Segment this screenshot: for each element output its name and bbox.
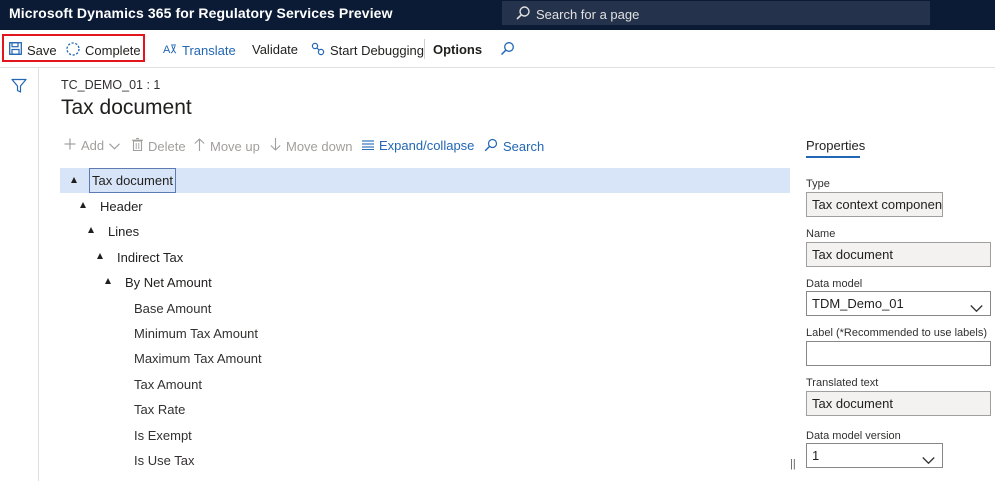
move-down-label: Move down [286, 138, 353, 154]
translate-button[interactable]: A Translate [163, 42, 236, 59]
tree-node-label: Tax document [89, 168, 176, 193]
move-up-button[interactable]: Move up [194, 138, 260, 154]
tree-node-label: Is Exempt [134, 428, 192, 443]
complete-label: Complete [85, 43, 141, 58]
tree-node-tax-document[interactable]: Tax document [60, 168, 790, 193]
tree-node-label: Minimum Tax Amount [134, 326, 259, 341]
expand-arrow-icon[interactable] [71, 177, 77, 183]
options-tab[interactable]: Options [433, 42, 482, 57]
tree-node-tax-rate[interactable]: Tax Rate [60, 396, 790, 421]
tree-node-indirect-tax[interactable]: Indirect Tax [60, 244, 790, 269]
tree-node-header[interactable]: Header [60, 193, 790, 218]
debug-icon [311, 42, 325, 59]
delete-button[interactable]: Delete [132, 138, 186, 154]
chevron-down-icon [922, 449, 935, 467]
tree-node-label: Header [100, 199, 143, 214]
tree-node-is-exempt[interactable]: Is Exempt [60, 422, 790, 447]
name-field[interactable]: Tax document [806, 242, 991, 267]
search-icon [515, 5, 531, 24]
save-button[interactable]: Save [9, 42, 57, 58]
tree-node-label: Indirect Tax [117, 250, 184, 265]
left-rail [0, 68, 39, 481]
delete-label: Delete [148, 138, 186, 154]
expand-arrow-icon[interactable] [88, 227, 94, 233]
tree-node-label: Maximum Tax Amount [134, 351, 262, 366]
start-debugging-button[interactable]: Start Debugging [311, 42, 424, 59]
label-input[interactable] [806, 341, 991, 366]
chevron-down-icon [970, 297, 983, 315]
add-button[interactable]: Add [64, 138, 121, 153]
label-field-label: Label (*Recommended to use labels) [806, 327, 987, 339]
tree-node-maximum-tax-amount[interactable]: Maximum Tax Amount [60, 345, 790, 370]
tree-node-label: Tax Rate [134, 402, 186, 417]
app-title[interactable]: Microsoft Dynamics 365 for Regulatory Se… [9, 5, 393, 21]
tree-node-is-use-tax[interactable]: Is Use Tax [60, 447, 790, 472]
translated-text-field[interactable]: Tax document [806, 391, 991, 416]
save-label: Save [27, 42, 57, 58]
chevron-down-icon [109, 138, 121, 153]
start-debugging-label: Start Debugging [330, 43, 424, 58]
top-navigation-bar: Microsoft Dynamics 365 for Regulatory Se… [0, 0, 995, 30]
page-title: Tax document [61, 96, 192, 119]
plus-icon [64, 138, 76, 153]
search-placeholder: Search for a page [536, 7, 640, 22]
tree-node-label: Is Use Tax [134, 453, 195, 468]
list-icon [362, 138, 374, 153]
expand-collapse-label: Expand/collapse [379, 138, 475, 153]
tree-node-base-amount[interactable]: Base Amount [60, 295, 790, 320]
tree-node-tax-amount[interactable]: Tax Amount [60, 371, 790, 396]
tree-node-label: By Net Amount [125, 275, 212, 290]
svg-text:A: A [163, 44, 171, 56]
data-model-version-select[interactable]: 1 [806, 443, 943, 468]
data-model-label: Data model [806, 278, 863, 290]
search-icon [484, 138, 498, 155]
filter-icon[interactable] [11, 78, 27, 97]
properties-tab-underline [806, 156, 860, 158]
expand-arrow-icon[interactable] [105, 278, 111, 284]
translated-text-label: Translated text [806, 377, 879, 389]
expand-arrow-icon[interactable] [97, 253, 103, 259]
complete-icon [66, 42, 80, 59]
action-search-button[interactable] [500, 41, 515, 59]
global-search-box[interactable]: Search for a page [501, 0, 931, 26]
breadcrumb: TC_DEMO_01 : 1 [61, 78, 161, 92]
data-model-value: TDM_Demo_01 [812, 296, 904, 311]
options-label: Options [433, 42, 483, 57]
tree-node-label: Tax Amount [134, 377, 202, 392]
type-field[interactable]: Tax context component [806, 192, 943, 217]
tree-search-label: Search [503, 139, 545, 154]
name-label: Name [806, 228, 836, 240]
expand-arrow-icon[interactable] [80, 202, 86, 208]
trash-icon [132, 138, 143, 154]
tree-node-label: Lines [108, 224, 140, 239]
action-separator [424, 39, 425, 59]
data-model-version-label: Data model version [806, 430, 901, 442]
data-model-version-value: 1 [812, 448, 820, 463]
expand-collapse-button[interactable]: Expand/collapse [362, 138, 474, 153]
complete-button[interactable]: Complete [66, 42, 141, 59]
data-model-select[interactable]: TDM_Demo_01 [806, 291, 991, 316]
tree-node-lines[interactable]: Lines [60, 218, 790, 243]
search-icon [500, 41, 515, 59]
translate-icon: A [163, 42, 177, 59]
tree-node-by-net-amount[interactable]: By Net Amount [60, 269, 790, 294]
validate-button[interactable]: Validate [252, 42, 298, 57]
type-label: Type [806, 178, 830, 190]
tree-node-minimum-tax-amount[interactable]: Minimum Tax Amount [60, 320, 790, 345]
arrow-up-icon [194, 138, 205, 154]
properties-tab[interactable]: Properties [806, 138, 865, 153]
save-icon [9, 42, 22, 58]
add-label: Add [81, 138, 105, 153]
tree-node-label: Base Amount [134, 301, 212, 316]
arrow-down-icon [270, 138, 281, 154]
action-pane: Save Complete A Translate Validate Start… [0, 30, 995, 68]
validate-label: Validate [252, 42, 299, 57]
move-down-button[interactable]: Move down [270, 138, 352, 154]
move-up-label: Move up [210, 138, 260, 154]
pane-splitter[interactable]: || [790, 458, 796, 470]
tree-search-button[interactable]: Search [484, 138, 544, 155]
translate-label: Translate [182, 43, 236, 58]
